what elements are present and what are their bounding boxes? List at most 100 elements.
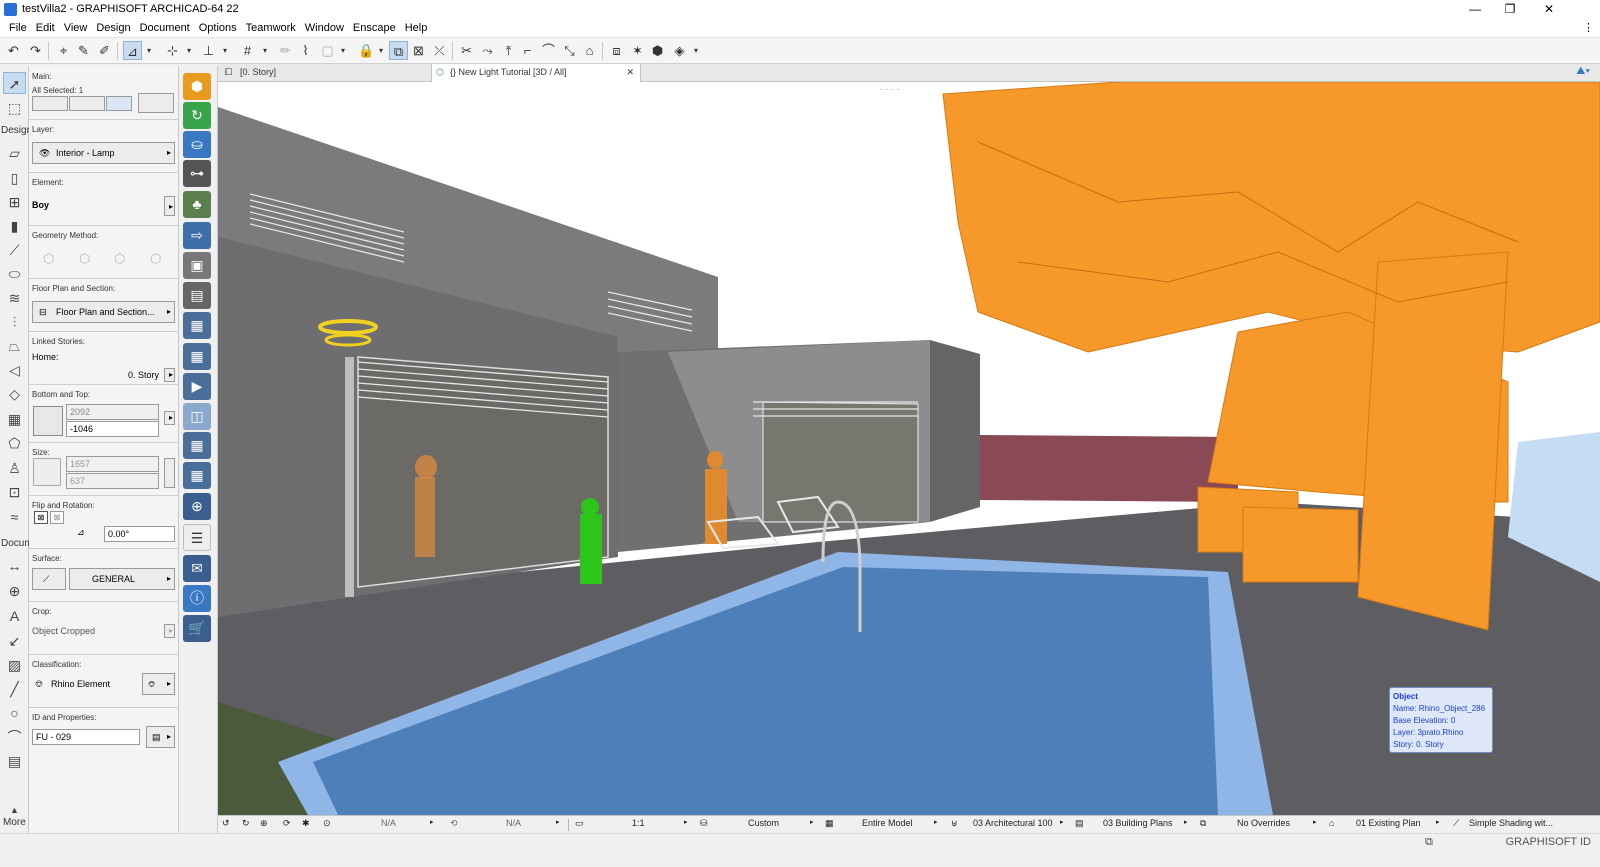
marquee-edit-icon[interactable]: ⌇ xyxy=(296,41,315,60)
export-icon[interactable]: ⇨ xyxy=(183,222,211,249)
shell-tool-icon[interactable]: ◁ xyxy=(3,359,26,381)
pick-up-icon[interactable]: ⌖ xyxy=(54,41,73,60)
suspend-groups-icon[interactable]: ⧉ xyxy=(389,41,408,60)
gravity-icon[interactable]: ⊥ xyxy=(199,41,218,60)
model-view-value[interactable]: Entire Model xyxy=(862,818,913,828)
menu-window[interactable]: Window xyxy=(305,20,344,37)
more-tools-label[interactable]: More xyxy=(3,817,26,828)
video-icon[interactable]: ▶ xyxy=(183,373,211,400)
renovation-filter-dropdown[interactable]: ▸ xyxy=(1436,818,1440,826)
navigator-icon[interactable]: ⛰▾ xyxy=(1576,65,1590,78)
properties-button[interactable]: ▤ ▸ xyxy=(146,726,175,748)
mesh-tool-icon[interactable]: ≈ xyxy=(3,506,26,528)
zoom-dropdown[interactable]: ▸ xyxy=(430,818,434,826)
settings-sliders-icon[interactable]: ☰ xyxy=(183,524,211,551)
marquee-settings-button[interactable] xyxy=(69,96,105,111)
guide-lines-icon[interactable]: ⊿ xyxy=(123,41,142,60)
menu-edit[interactable]: Edit xyxy=(36,20,55,37)
exe-file-icon[interactable]: ▣ xyxy=(183,252,211,279)
flip-checkbox[interactable]: ⊠ xyxy=(50,511,64,524)
geometry-method-1-icon[interactable]: ⬡ xyxy=(43,251,54,267)
eyedropper-icon[interactable]: ✎ xyxy=(74,41,93,60)
intersect-icon[interactable]: ⤫ xyxy=(430,41,449,60)
door-tool-icon[interactable]: ▯ xyxy=(3,167,26,189)
label-tool-icon[interactable]: ↙ xyxy=(3,630,26,652)
screenshot-icon[interactable]: ▦ xyxy=(183,432,211,459)
scale-value[interactable]: 1:1 xyxy=(632,818,645,828)
trim-icon[interactable]: ⊠ xyxy=(409,41,428,60)
adjust-icon[interactable]: ⤳ xyxy=(478,41,497,60)
web-standalone-icon[interactable]: ⊕ xyxy=(183,493,211,520)
home-story-dropdown[interactable]: ▸ xyxy=(164,368,175,382)
grid-snap-icon[interactable]: # xyxy=(238,41,257,60)
wall-tool-icon[interactable]: ▱ xyxy=(3,142,26,164)
railing-tool-icon[interactable]: ⫶ xyxy=(3,311,26,333)
level-dimension-tool-icon[interactable]: ⊕ xyxy=(3,580,26,602)
column-tool-icon[interactable]: ▮ xyxy=(3,215,26,237)
fill-tool-icon[interactable]: ▨ xyxy=(3,654,26,676)
graphisoft-id-link[interactable]: GRAPHISOFT ID xyxy=(1506,836,1591,848)
explode-icon[interactable]: ✶ xyxy=(628,41,647,60)
menu-teamwork[interactable]: Teamwork xyxy=(246,20,296,37)
geometry-method-4-icon[interactable]: ⬡ xyxy=(150,251,161,267)
surface-override-button[interactable]: ⟋ xyxy=(32,568,66,590)
solid-operations-icon[interactable]: ⬢ xyxy=(648,41,667,60)
skylight-tool-icon[interactable]: ◇ xyxy=(3,383,26,405)
menu-design[interactable]: Design xyxy=(96,20,130,37)
pen-set-dropdown[interactable]: ▸ xyxy=(1184,818,1188,826)
window-tile-icon[interactable]: ⧉ xyxy=(1425,836,1433,849)
element-dropdown[interactable]: ▸ xyxy=(164,196,175,216)
rotate-settings-button[interactable] xyxy=(106,96,132,111)
menu-enscape[interactable]: Enscape xyxy=(353,20,396,37)
panorama-icon[interactable]: ◫ xyxy=(183,403,211,430)
custom-value[interactable]: Custom xyxy=(748,818,779,828)
marquee-tool-icon[interactable]: ⬚ xyxy=(3,97,26,119)
height-dropdown[interactable]: ▸ xyxy=(164,411,175,425)
document-icon[interactable]: ▤ xyxy=(183,282,211,309)
vr-headset-icon[interactable]: ⊶ xyxy=(183,160,211,187)
rotation-dropdown[interactable]: ▸ xyxy=(556,818,560,826)
text-tool-icon[interactable]: A xyxy=(3,605,26,627)
layer-combination-value[interactable]: 03 Architectural 100 xyxy=(973,818,1053,828)
grid-dropdown[interactable]: ▾ xyxy=(260,41,270,60)
menu-overflow-icon[interactable]: ⋮ xyxy=(1583,20,1594,37)
menu-view[interactable]: View xyxy=(64,20,88,37)
inject-icon[interactable]: ✐ xyxy=(95,41,114,60)
geometry-method-2-icon[interactable]: ⬡ xyxy=(79,251,90,267)
lock-dropdown[interactable]: ▾ xyxy=(376,41,386,60)
size-lock-button[interactable] xyxy=(164,458,175,488)
roof-tool-icon[interactable]: ⏢ xyxy=(3,335,26,357)
batch-render-icon[interactable]: ▦ xyxy=(183,343,211,370)
minimize-button[interactable]: — xyxy=(1455,0,1495,20)
snap-guides-dropdown[interactable]: ▾ xyxy=(184,41,194,60)
tab-close-icon[interactable]: ✕ xyxy=(626,64,634,81)
classification-dropdown[interactable]: ⎊ ▸ xyxy=(142,673,175,695)
asset-library-icon[interactable]: ▦ xyxy=(183,462,211,489)
arrow-tool-icon[interactable]: ➚ xyxy=(3,72,26,94)
scale-dropdown[interactable]: ▸ xyxy=(684,818,688,826)
slab-tool-icon[interactable]: ⬭ xyxy=(3,263,26,285)
close-button[interactable]: ✕ xyxy=(1529,0,1569,20)
mirror-checkbox[interactable]: ⊠ xyxy=(34,511,48,524)
model-view-dropdown[interactable]: ▸ xyxy=(934,818,938,826)
beam-tool-icon[interactable]: ⟋ xyxy=(3,239,26,261)
size-a-field[interactable]: 1657 xyxy=(66,456,159,472)
restore-button[interactable]: ❐ xyxy=(1490,0,1530,20)
snap-guides-icon[interactable]: ⊹ xyxy=(163,41,182,60)
bottom-field[interactable]: -1046 xyxy=(66,421,159,437)
layer-combination-dropdown[interactable]: ▸ xyxy=(1060,818,1064,826)
pen-set-value[interactable]: 03 Building Plans xyxy=(1103,818,1173,828)
split-icon[interactable]: ✂ xyxy=(457,41,476,60)
geometry-method-3-icon[interactable]: ⬡ xyxy=(114,251,125,267)
shell-icon[interactable]: ◈ xyxy=(670,41,689,60)
cart-icon[interactable]: 🛒 xyxy=(183,615,211,642)
dimension-tool-icon[interactable]: ↔ xyxy=(3,555,26,577)
id-field[interactable]: FU - 029 xyxy=(32,729,140,745)
graphic-overrides-dropdown[interactable]: ▸ xyxy=(1313,818,1317,826)
tree-icon[interactable]: ♣ xyxy=(183,191,211,218)
shell-dropdown[interactable]: ▾ xyxy=(691,41,701,60)
lock-icon[interactable]: 🔒 xyxy=(357,41,376,60)
size-b-field[interactable]: 637 xyxy=(66,473,159,489)
object-tool-icon[interactable]: ♙ xyxy=(3,457,26,479)
walk-icon[interactable]: ✱ xyxy=(302,818,310,829)
